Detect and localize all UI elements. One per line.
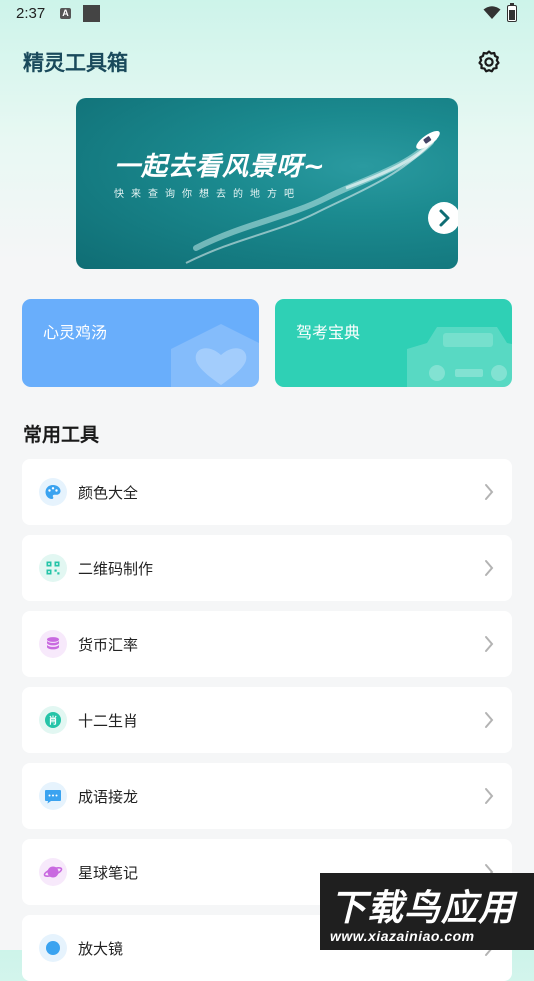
tool-item-label: 十二生肖: [78, 712, 139, 730]
car-icon: [407, 327, 512, 387]
chevron-right-icon: [485, 560, 494, 576]
boat-wake-image: [185, 130, 440, 264]
chevron-right-icon: [485, 712, 494, 728]
zodiac-icon: 肖: [39, 706, 67, 734]
chevron-right-icon: [485, 636, 494, 652]
tool-item-qrcode[interactable]: 二维码制作: [22, 535, 512, 601]
section-title-tools: 常用工具: [23, 424, 100, 446]
app-title: 精灵工具箱: [23, 51, 128, 75]
card-driving-exam-label: 驾考宝典: [296, 323, 361, 342]
wifi-icon: [483, 6, 501, 19]
banner-title: 一起去看风景呀~: [114, 152, 326, 182]
tool-item-label: 成语接龙: [78, 788, 139, 806]
chat-bubble-icon: [39, 782, 67, 810]
card-soul-soup-label: 心灵鸡汤: [43, 323, 108, 342]
banner-subtitle: 快来查询你想去的地方吧: [114, 189, 301, 200]
chevron-right-icon: [485, 484, 494, 500]
qr-code-icon: [39, 554, 67, 582]
tool-item-label: 货币汇率: [78, 636, 139, 654]
tool-item-currency[interactable]: 货币汇率: [22, 611, 512, 677]
card-soul-soup[interactable]: 心灵鸡汤: [22, 299, 259, 387]
status-bar: 2:37 A: [0, 0, 534, 28]
house-heart-icon: [171, 324, 259, 387]
tool-item-colors[interactable]: 颜色大全: [22, 459, 512, 525]
tool-item-label: 放大镜: [78, 940, 124, 958]
tool-item-zodiac[interactable]: 肖 十二生肖: [22, 687, 512, 753]
magnifier-icon: [39, 934, 67, 962]
coin-stack-icon: [39, 630, 67, 658]
card-driving-exam[interactable]: 驾考宝典: [275, 299, 512, 387]
chevron-right-icon: [485, 788, 494, 804]
notification-a-icon: A: [60, 8, 71, 19]
palette-icon: [39, 478, 67, 506]
tool-item-idioms[interactable]: 成语接龙: [22, 763, 512, 829]
tool-item-label: 二维码制作: [78, 560, 154, 578]
notification-square-icon: [83, 5, 100, 22]
banner-next-button[interactable]: [428, 202, 458, 234]
status-time: 2:37: [16, 5, 46, 22]
gear-icon: [478, 50, 500, 73]
tool-item-label: 星球笔记: [78, 864, 139, 882]
planet-icon: [39, 858, 67, 886]
watermark-title: 下载鸟应用: [330, 888, 516, 929]
battery-icon: [507, 3, 517, 22]
tool-item-label: 颜色大全: [78, 484, 139, 502]
chevron-right-icon: [439, 209, 450, 227]
zodiac-icon-glyph: 肖: [48, 715, 57, 727]
watermark: 下载鸟应用 www.xiazainiao.com: [320, 873, 534, 950]
settings-button[interactable]: [476, 49, 502, 75]
scenery-banner[interactable]: 一起去看风景呀~ 快来查询你想去的地方吧: [76, 98, 458, 269]
watermark-url: www.xiazainiao.com: [330, 928, 475, 944]
